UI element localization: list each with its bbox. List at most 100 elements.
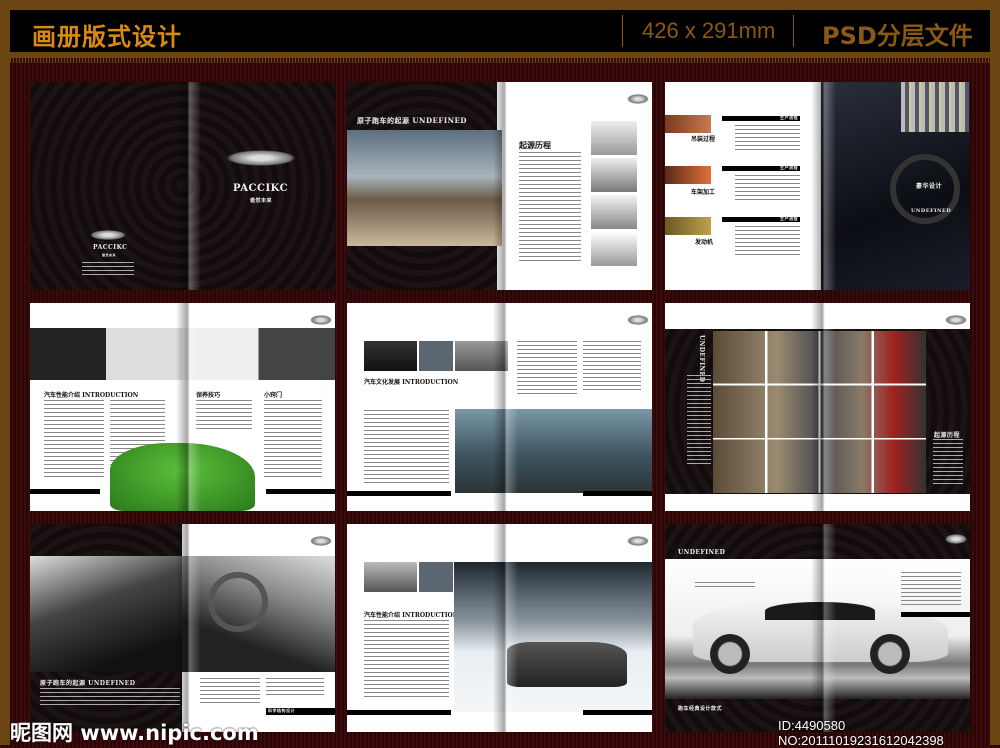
tag-label: 生产流程 (780, 115, 798, 120)
tag-bar: 生产流程 (722, 115, 800, 121)
frame-left (0, 58, 10, 745)
footer-bar (583, 491, 652, 496)
body-text (687, 375, 711, 465)
suv-shape (507, 642, 627, 687)
section-heading: 汽车性能介绍 INTRODUCTION (364, 612, 459, 619)
body-text (40, 688, 180, 708)
watermark-site: 昵图网 www.nipic.com (10, 721, 259, 745)
suv-photo (455, 409, 652, 493)
logo-icon (945, 534, 967, 544)
section-heading: 汽车性能介绍 INTRODUCTION (44, 392, 139, 399)
logo-icon (627, 536, 649, 546)
divider (793, 15, 794, 47)
steering-wheel (208, 572, 268, 632)
wheel (710, 634, 750, 674)
body-text (735, 226, 800, 256)
footer-bar (266, 489, 335, 494)
photo-strip (30, 328, 335, 380)
body-text (735, 175, 800, 201)
contact-text (82, 262, 134, 276)
back-slogan: 傲然未来 (102, 253, 117, 257)
car-thumbnail (591, 121, 637, 155)
spread-culture: 汽车文化发展 INTRODUCTION (347, 303, 652, 511)
seat-photo (30, 556, 182, 672)
car-thumbnail (591, 158, 637, 192)
overlay-text: UNDEFINED (911, 208, 952, 214)
footer-bar (347, 710, 451, 715)
logo-icon (627, 315, 649, 325)
divider (622, 15, 623, 47)
grid-lines (713, 331, 926, 493)
body-text (364, 410, 449, 484)
body-text (583, 341, 641, 393)
footer-bar (30, 489, 100, 494)
car-roof (765, 602, 875, 620)
logo-icon (627, 94, 649, 104)
section-heading: 起源历程 (934, 432, 961, 439)
plaid-seat-photo (901, 82, 969, 132)
spread-production: 豪华设计 UNDEFINED 吊装过程 生产流程 车架加工 生产流程 发动机 生… (665, 82, 970, 290)
process-label: 吊装过程 (691, 136, 716, 143)
spread-cover: PACCIKC 傲然未来 PACCIKC 傲然未来 (30, 82, 335, 290)
body-text (735, 125, 800, 151)
header-title: 画册版式设计 (32, 23, 182, 51)
process-photo (665, 166, 711, 184)
cover-slogan: 傲然未来 (250, 198, 273, 204)
header-rule (10, 58, 990, 63)
winged-logo-icon (226, 150, 296, 166)
spread-details: UNDEFINED 起源历程 (665, 303, 970, 511)
section-heading: 汽车文化发展 INTRODUCTION (364, 379, 459, 386)
tag-label: 生产流程 (780, 165, 798, 170)
spread-origin: 原子跑车的起源 UNDEFINED 起源历程 (347, 82, 652, 290)
body-text (364, 620, 449, 700)
winged-logo-icon (90, 230, 126, 240)
logo-icon (310, 315, 332, 325)
footer-bar (583, 710, 652, 715)
body-text (196, 400, 252, 430)
banner-title: 原子跑车的起源 UNDEFINED (357, 116, 467, 125)
tag-label: 生产流程 (780, 216, 798, 221)
logo-icon (310, 536, 332, 546)
process-label: 车架加工 (691, 189, 716, 196)
gray-block (419, 562, 453, 592)
grass-car-image (110, 443, 255, 511)
spread-interior: 原子跑车的起源 UNDEFINED 科学结构设计 (30, 524, 335, 732)
body-text (519, 152, 581, 264)
header-format: PSD分层文件 (822, 22, 973, 50)
body-text (44, 400, 104, 480)
footer-label: 科学结构设计 (268, 708, 295, 713)
tag-bar: 生产流程 (722, 165, 800, 171)
banner-title: 原子跑车的起源 UNDEFINED (40, 680, 136, 687)
header-size: 426 x 291mm (642, 18, 776, 43)
snow-suv-photo (454, 562, 652, 712)
process-photo (665, 115, 711, 133)
spread-classic: UNDEFINED 跑车经典设计款式 (665, 524, 970, 732)
overlay-text: 豪华设计 (916, 183, 943, 190)
car-thumbnail (364, 562, 417, 592)
spread-performance: 汽车性能介绍 INTRODUCTION 保养技巧 小窍门 (30, 303, 335, 511)
section-heading: 保养技巧 (196, 392, 221, 399)
car-thumbnail (364, 341, 417, 371)
car-thumbnail (591, 195, 637, 229)
footer-title: 跑车经典设计款式 (678, 706, 723, 712)
car-thumbnail (455, 341, 508, 371)
body-text (517, 341, 577, 397)
process-label: 发动机 (695, 239, 714, 246)
body-text (901, 572, 961, 608)
body-text (266, 678, 324, 698)
footer-bar: 科学结构设计 (266, 708, 335, 715)
body-text (200, 678, 260, 706)
bar (901, 612, 970, 617)
wheel (870, 634, 910, 674)
gray-block (419, 341, 453, 371)
footer-bar (347, 491, 451, 496)
car-thumbnail (591, 232, 637, 266)
frame-right (990, 58, 1000, 745)
body-text (264, 400, 322, 480)
spread-introduction: 汽车性能介绍 INTRODUCTION (347, 524, 652, 732)
section-heading: 小窍门 (264, 392, 283, 399)
banner-title: UNDEFINED (678, 549, 726, 556)
process-photo (665, 217, 711, 235)
tag-bar: 生产流程 (722, 216, 800, 222)
watermark-id: ID:4490580 NO:20111019231612042398 (778, 718, 944, 748)
